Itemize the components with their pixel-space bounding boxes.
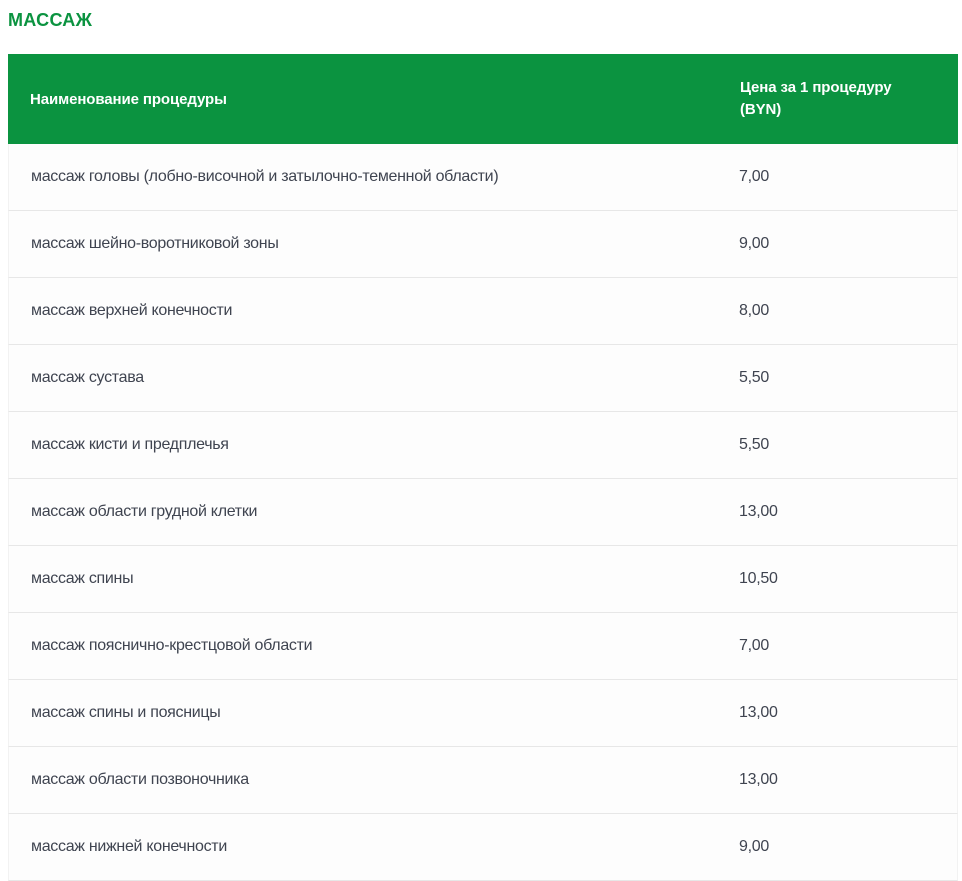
table-row: массаж области позвоночника 13,00 (8, 747, 958, 814)
table-row: массаж верхней конечности 8,00 (8, 278, 958, 345)
table-row: массаж кисти и предплечья 5,50 (8, 412, 958, 479)
procedure-price: 7,00 (739, 168, 957, 186)
table-row: массаж сустава 5,50 (8, 345, 958, 412)
column-header-price: Цена за 1 процедуру (BYN) (740, 77, 958, 121)
table-row: массаж шейно-воротниковой зоны 9,00 (8, 211, 958, 278)
procedure-price: 5,50 (739, 369, 957, 387)
procedure-name: массаж спины (9, 570, 739, 588)
table-row: массаж спины 10,50 (8, 546, 958, 613)
procedure-price: 9,00 (739, 838, 957, 856)
procedure-price: 13,00 (739, 771, 957, 789)
procedure-price: 5,50 (739, 436, 957, 454)
procedure-name: массаж головы (лобно-височной и затылочн… (9, 168, 739, 186)
procedure-name: массаж области позвоночника (9, 771, 739, 789)
section-title: МАССАЖ (8, 0, 958, 31)
table-row: массаж спины и поясницы 13,00 (8, 680, 958, 747)
procedure-name: массаж верхней конечности (9, 302, 739, 320)
procedure-price: 10,50 (739, 570, 957, 588)
table-header-row: Наименование процедуры Цена за 1 процеду… (8, 54, 958, 144)
table-body: массаж головы (лобно-височной и затылочн… (8, 144, 958, 881)
procedure-name: массаж нижней конечности (9, 838, 739, 856)
table-row: массаж нижней конечности 9,00 (8, 814, 958, 881)
table-row: массаж области грудной клетки 13,00 (8, 479, 958, 546)
page: МАССАЖ Наименование процедуры Цена за 1 … (0, 0, 962, 881)
procedure-price: 8,00 (739, 302, 957, 320)
procedure-name: массаж сустава (9, 369, 739, 387)
procedure-price: 13,00 (739, 503, 957, 521)
procedure-name: массаж кисти и предплечья (9, 436, 739, 454)
procedure-price: 13,00 (739, 704, 957, 722)
procedure-name: массаж шейно-воротниковой зоны (9, 235, 739, 253)
procedure-name: массаж спины и поясницы (9, 704, 739, 722)
procedure-price: 7,00 (739, 637, 957, 655)
column-header-procedure: Наименование процедуры (8, 91, 740, 108)
procedure-name: массаж области грудной клетки (9, 503, 739, 521)
table-row: массаж головы (лобно-височной и затылочн… (8, 144, 958, 211)
price-table: Наименование процедуры Цена за 1 процеду… (8, 54, 958, 881)
procedure-name: массаж пояснично-крестцовой области (9, 637, 739, 655)
column-header-price-label: Цена за 1 процедуру (BYN) (740, 77, 912, 121)
table-row: массаж пояснично-крестцовой области 7,00 (8, 613, 958, 680)
procedure-price: 9,00 (739, 235, 957, 253)
